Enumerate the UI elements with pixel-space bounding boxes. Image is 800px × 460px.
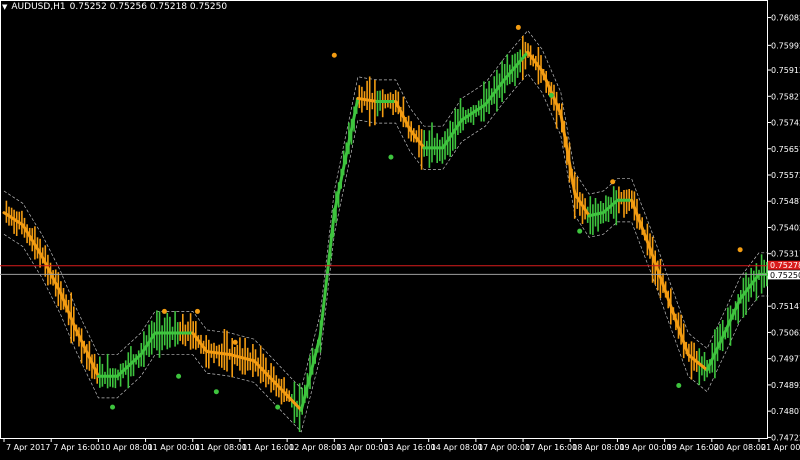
time-tick-label: 11 Apr 16:00 xyxy=(242,443,294,452)
candlestick-chart[interactable]: 0.76082 0.75992 0.75912 0.75827 0.75742 0.756… xyxy=(0,0,800,456)
ohlc-values: 0.75252 0.75256 0.75218 0.75250 xyxy=(69,2,228,12)
signal-dot xyxy=(737,247,743,253)
trend-line-segment xyxy=(667,300,690,357)
signal-dot xyxy=(577,228,583,234)
price-tick-label: 0.75317 xyxy=(771,250,800,259)
time-tick-label: 10 Apr 08:00 xyxy=(100,443,152,452)
time-tick-label: 19 Apr 00:00 xyxy=(619,443,671,452)
signal-dot xyxy=(176,373,182,379)
trend-line-segment xyxy=(191,331,209,354)
price-tick-label: 0.75402 xyxy=(771,223,800,232)
trend-line-segment xyxy=(540,69,563,116)
time-tick-label: 7 Apr 2017 xyxy=(6,443,50,452)
price-tick-label: 0.75657 xyxy=(771,145,800,154)
time-tick-label: 18 Apr 08:00 xyxy=(572,443,624,452)
symbol-timeframe: AUDUSD,H1 xyxy=(11,2,66,12)
trend-line-segment xyxy=(559,112,577,196)
signal-dot xyxy=(275,404,281,410)
time-tick-label: 11 Apr 08:00 xyxy=(195,443,247,452)
time-tick-label: 21 Apr 00:00 xyxy=(761,443,800,452)
time-tick-label: 14 Apr 08:00 xyxy=(431,443,483,452)
time-tick-label: 13 Apr 00:00 xyxy=(336,443,388,452)
signal-dot xyxy=(388,154,394,160)
price-tick-label: 0.75147 xyxy=(771,302,800,311)
price-chart-window[interactable]: ▼ AUDUSD,H1 0.75252 0.75256 0.75218 0.75… xyxy=(0,0,800,456)
signal-dot xyxy=(515,24,521,30)
time-tick-label: 17 Apr 16:00 xyxy=(525,443,577,452)
trend-line-segment xyxy=(139,331,157,357)
price-tick-label: 0.74892 xyxy=(771,381,800,390)
symbol-header: ▼ AUDUSD,H1 0.75252 0.75256 0.75218 0.75… xyxy=(2,2,227,12)
signal-dot xyxy=(213,389,219,395)
signal-dot xyxy=(610,179,616,185)
price-tick-label: 0.74722 xyxy=(771,433,800,442)
time-tick-label: 13 Apr 16:00 xyxy=(384,443,436,452)
signal-dot xyxy=(161,308,167,314)
dropdown-triangle-icon[interactable]: ▼ xyxy=(2,3,7,11)
trend-line-segment xyxy=(299,334,322,412)
signal-dot xyxy=(548,92,554,98)
price-tick-label: 0.76082 xyxy=(771,14,800,23)
price-tick-label: 0.75062 xyxy=(771,328,800,337)
price-tick-label: 0.75742 xyxy=(771,119,800,128)
price-tick-label: 0.75572 xyxy=(771,171,800,180)
time-tick-label: 11 Apr 00:00 xyxy=(148,443,200,452)
time-tick-label: 17 Apr 00:00 xyxy=(478,443,530,452)
bid-label: 0.75250 xyxy=(770,271,800,280)
trend-line-segment xyxy=(59,291,77,329)
ask-label: 0.75278 xyxy=(770,261,800,270)
price-tick-label: 0.75912 xyxy=(771,66,800,75)
price-tick-label: 0.74977 xyxy=(771,355,800,364)
trend-line-segment xyxy=(332,96,360,215)
price-tick-label: 0.75827 xyxy=(771,92,800,101)
signal-dot xyxy=(232,339,238,345)
signal-dot xyxy=(194,308,200,314)
time-tick-label: 7 Apr 16:00 xyxy=(53,443,100,452)
time-tick-label: 19 Apr 16:00 xyxy=(667,443,719,452)
signal-dot xyxy=(331,52,337,58)
price-tick-label: 0.75992 xyxy=(771,41,800,50)
signal-dot xyxy=(110,404,116,410)
upper-band-line xyxy=(3,29,769,390)
trend-line-segment xyxy=(356,96,379,104)
signal-dot xyxy=(676,383,682,389)
time-tick-label: 12 Apr 08:00 xyxy=(289,443,341,452)
time-tick-label: 20 Apr 08:00 xyxy=(714,443,766,452)
price-tick-label: 0.74807 xyxy=(771,407,800,416)
price-tick-label: 0.75487 xyxy=(771,197,800,206)
